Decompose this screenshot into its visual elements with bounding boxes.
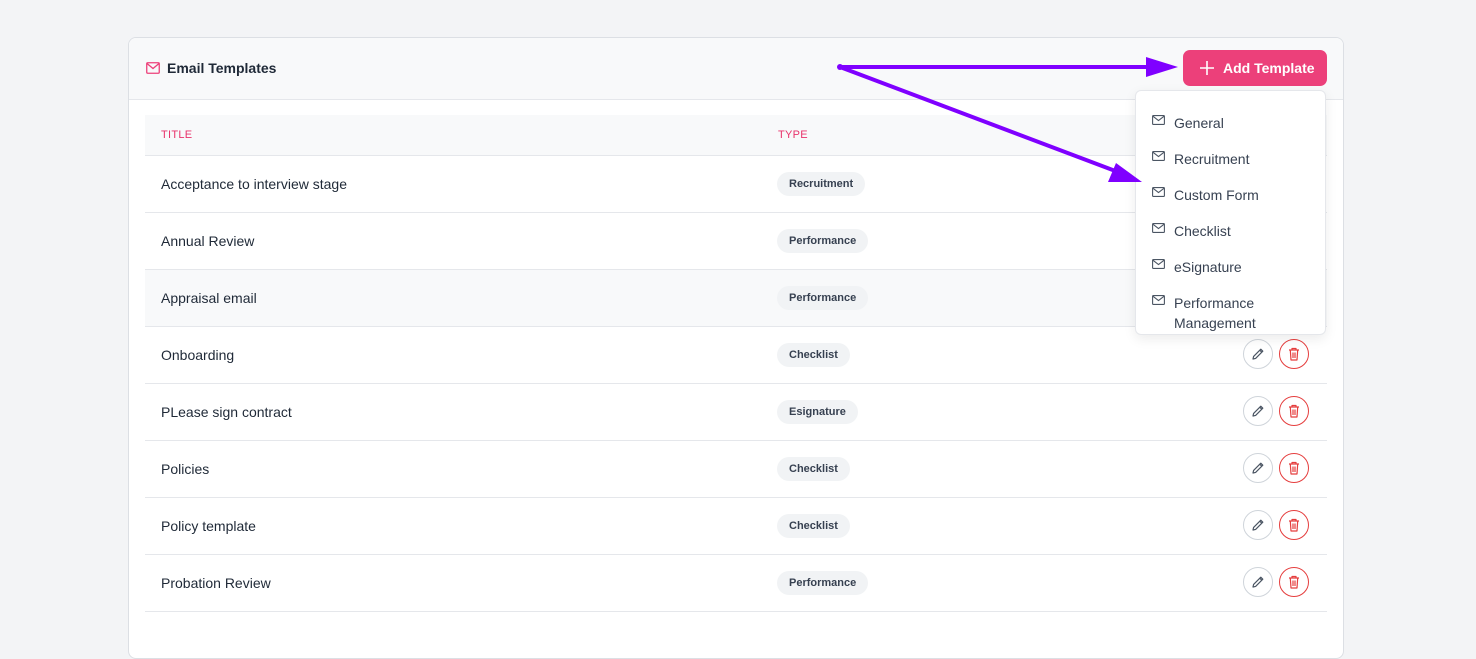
pencil-icon: [1252, 405, 1264, 417]
delete-button[interactable]: [1279, 396, 1309, 426]
template-title: Appraisal email: [161, 290, 257, 306]
pencil-icon: [1252, 348, 1264, 360]
edit-button[interactable]: [1243, 396, 1273, 426]
dropdown-item[interactable]: Performance Management: [1136, 279, 1325, 331]
type-badge: Performance: [777, 286, 869, 310]
mail-icon: [1152, 295, 1165, 305]
type-badge: Checklist: [777, 343, 850, 367]
delete-button[interactable]: [1279, 567, 1309, 597]
template-title: Acceptance to interview stage: [161, 176, 347, 192]
table-row: PLease sign contract Esignature: [145, 384, 1327, 441]
table-row: Onboarding Checklist: [145, 327, 1327, 384]
edit-button[interactable]: [1243, 453, 1273, 483]
edit-button[interactable]: [1243, 339, 1273, 369]
dropdown-item[interactable]: Recruitment: [1136, 135, 1325, 171]
template-title: PLease sign contract: [161, 404, 292, 420]
add-template-label: Add Template: [1223, 60, 1315, 76]
dropdown-item-label: General: [1174, 115, 1224, 131]
column-header-type: TYPE: [778, 129, 808, 141]
type-badge: Checklist: [777, 514, 850, 538]
template-title: Onboarding: [161, 347, 235, 363]
edit-button[interactable]: [1243, 510, 1273, 540]
type-badge: Checklist: [777, 457, 850, 481]
type-badge: Esignature: [777, 400, 858, 424]
delete-button[interactable]: [1279, 453, 1309, 483]
table-row: Policy template Checklist: [145, 498, 1327, 555]
delete-button[interactable]: [1279, 339, 1309, 369]
template-type-dropdown: General Recruitment Custom Form Checklist eS…: [1135, 90, 1326, 335]
template-title: Probation Review: [161, 575, 271, 591]
mail-icon: [146, 62, 160, 74]
add-template-button[interactable]: Add Template: [1183, 50, 1327, 86]
dropdown-item-label: Performance Management: [1174, 295, 1256, 331]
table-row: Policies Checklist: [145, 441, 1327, 498]
mail-icon: [1152, 187, 1165, 197]
template-title: Annual Review: [161, 233, 255, 249]
page-title: Email Templates: [167, 60, 277, 76]
mail-icon: [1152, 151, 1165, 161]
type-badge: Recruitment: [777, 172, 866, 196]
pencil-icon: [1252, 519, 1264, 531]
dropdown-item[interactable]: General: [1136, 99, 1325, 135]
dropdown-item[interactable]: eSignature: [1136, 243, 1325, 279]
template-title: Policy template: [161, 518, 256, 534]
column-header-title: TITLE: [161, 129, 193, 141]
trash-icon: [1289, 347, 1299, 361]
plus-icon: [1200, 61, 1214, 75]
table-row: Probation Review Performance: [145, 555, 1327, 612]
dropdown-item-label: eSignature: [1174, 259, 1242, 275]
mail-icon: [1152, 115, 1165, 125]
dropdown-item-label: Custom Form: [1174, 187, 1259, 203]
trash-icon: [1289, 518, 1299, 532]
template-title: Policies: [161, 461, 210, 477]
trash-icon: [1289, 575, 1299, 589]
dropdown-item[interactable]: Checklist: [1136, 207, 1325, 243]
mail-icon: [1152, 259, 1165, 269]
trash-icon: [1289, 461, 1299, 475]
pencil-icon: [1252, 462, 1264, 474]
dropdown-item[interactable]: Custom Form: [1136, 171, 1325, 207]
trash-icon: [1289, 404, 1299, 418]
pencil-icon: [1252, 576, 1264, 588]
type-badge: Performance: [777, 229, 869, 253]
dropdown-item-label: Checklist: [1174, 223, 1231, 239]
type-badge: Performance: [777, 571, 869, 595]
edit-button[interactable]: [1243, 567, 1273, 597]
dropdown-item-label: Recruitment: [1174, 151, 1250, 167]
mail-icon: [1152, 223, 1165, 233]
delete-button[interactable]: [1279, 510, 1309, 540]
